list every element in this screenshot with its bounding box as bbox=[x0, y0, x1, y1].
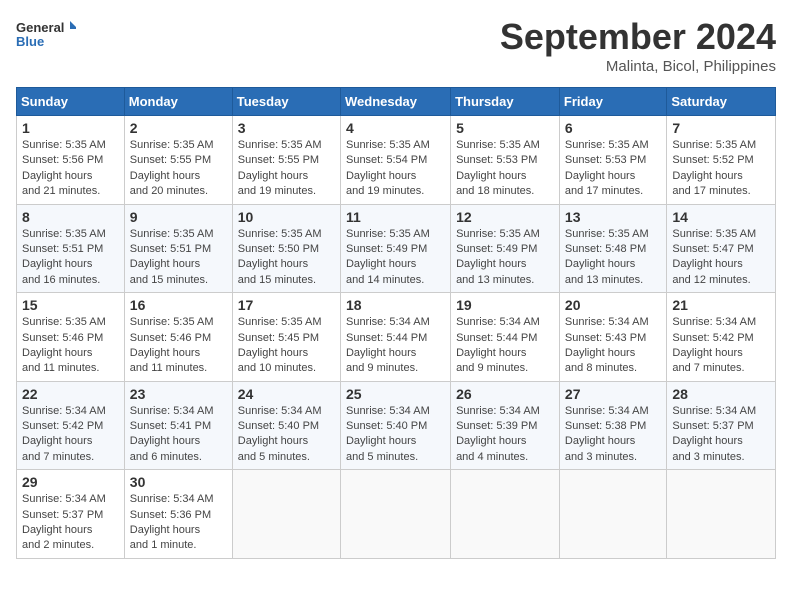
table-row bbox=[451, 470, 560, 559]
table-row: 6Sunrise: 5:35 AMSunset: 5:53 PMDaylight… bbox=[559, 116, 666, 205]
calendar-header-row: Sunday Monday Tuesday Wednesday Thursday… bbox=[17, 88, 776, 116]
table-row: 11Sunrise: 5:35 AMSunset: 5:49 PMDayligh… bbox=[340, 204, 450, 293]
calendar-table: Sunday Monday Tuesday Wednesday Thursday… bbox=[16, 87, 776, 559]
col-monday: Monday bbox=[124, 88, 232, 116]
title-block: September 2024 Malinta, Bicol, Philippin… bbox=[500, 16, 776, 75]
col-tuesday: Tuesday bbox=[232, 88, 340, 116]
table-row: 14Sunrise: 5:35 AMSunset: 5:47 PMDayligh… bbox=[667, 204, 776, 293]
table-row bbox=[559, 470, 666, 559]
col-wednesday: Wednesday bbox=[340, 88, 450, 116]
col-sunday: Sunday bbox=[17, 88, 125, 116]
table-row: 17Sunrise: 5:35 AMSunset: 5:45 PMDayligh… bbox=[232, 293, 340, 382]
table-row: 7Sunrise: 5:35 AMSunset: 5:52 PMDaylight… bbox=[667, 116, 776, 205]
table-row: 25Sunrise: 5:34 AMSunset: 5:40 PMDayligh… bbox=[340, 381, 450, 470]
table-row: 1Sunrise: 5:35 AMSunset: 5:56 PMDaylight… bbox=[17, 116, 125, 205]
table-row: 27Sunrise: 5:34 AMSunset: 5:38 PMDayligh… bbox=[559, 381, 666, 470]
col-thursday: Thursday bbox=[451, 88, 560, 116]
table-row: 9Sunrise: 5:35 AMSunset: 5:51 PMDaylight… bbox=[124, 204, 232, 293]
table-row: 24Sunrise: 5:34 AMSunset: 5:40 PMDayligh… bbox=[232, 381, 340, 470]
table-row: 23Sunrise: 5:34 AMSunset: 5:41 PMDayligh… bbox=[124, 381, 232, 470]
table-row bbox=[667, 470, 776, 559]
table-row: 13Sunrise: 5:35 AMSunset: 5:48 PMDayligh… bbox=[559, 204, 666, 293]
table-row: 4Sunrise: 5:35 AMSunset: 5:54 PMDaylight… bbox=[340, 116, 450, 205]
table-row bbox=[232, 470, 340, 559]
month-title: September 2024 bbox=[500, 16, 776, 58]
table-row: 12Sunrise: 5:35 AMSunset: 5:49 PMDayligh… bbox=[451, 204, 560, 293]
table-row: 19Sunrise: 5:34 AMSunset: 5:44 PMDayligh… bbox=[451, 293, 560, 382]
logo: General Blue bbox=[16, 16, 76, 61]
table-row: 15Sunrise: 5:35 AMSunset: 5:46 PMDayligh… bbox=[17, 293, 125, 382]
table-row: 21Sunrise: 5:34 AMSunset: 5:42 PMDayligh… bbox=[667, 293, 776, 382]
table-row: 8Sunrise: 5:35 AMSunset: 5:51 PMDaylight… bbox=[17, 204, 125, 293]
table-row: 28Sunrise: 5:34 AMSunset: 5:37 PMDayligh… bbox=[667, 381, 776, 470]
table-row: 2Sunrise: 5:35 AMSunset: 5:55 PMDaylight… bbox=[124, 116, 232, 205]
col-saturday: Saturday bbox=[667, 88, 776, 116]
table-row: 3Sunrise: 5:35 AMSunset: 5:55 PMDaylight… bbox=[232, 116, 340, 205]
svg-text:General: General bbox=[16, 20, 64, 35]
table-row bbox=[340, 470, 450, 559]
page-header: General Blue September 2024 Malinta, Bic… bbox=[16, 16, 776, 75]
table-row: 5Sunrise: 5:35 AMSunset: 5:53 PMDaylight… bbox=[451, 116, 560, 205]
table-row: 22Sunrise: 5:34 AMSunset: 5:42 PMDayligh… bbox=[17, 381, 125, 470]
location: Malinta, Bicol, Philippines bbox=[500, 58, 776, 75]
table-row: 10Sunrise: 5:35 AMSunset: 5:50 PMDayligh… bbox=[232, 204, 340, 293]
table-row: 20Sunrise: 5:34 AMSunset: 5:43 PMDayligh… bbox=[559, 293, 666, 382]
col-friday: Friday bbox=[559, 88, 666, 116]
table-row: 18Sunrise: 5:34 AMSunset: 5:44 PMDayligh… bbox=[340, 293, 450, 382]
table-row: 26Sunrise: 5:34 AMSunset: 5:39 PMDayligh… bbox=[451, 381, 560, 470]
logo-svg: General Blue bbox=[16, 16, 76, 61]
table-row: 30Sunrise: 5:34 AMSunset: 5:36 PMDayligh… bbox=[124, 470, 232, 559]
table-row: 16Sunrise: 5:35 AMSunset: 5:46 PMDayligh… bbox=[124, 293, 232, 382]
table-row: 29Sunrise: 5:34 AMSunset: 5:37 PMDayligh… bbox=[17, 470, 125, 559]
svg-text:Blue: Blue bbox=[16, 34, 44, 49]
